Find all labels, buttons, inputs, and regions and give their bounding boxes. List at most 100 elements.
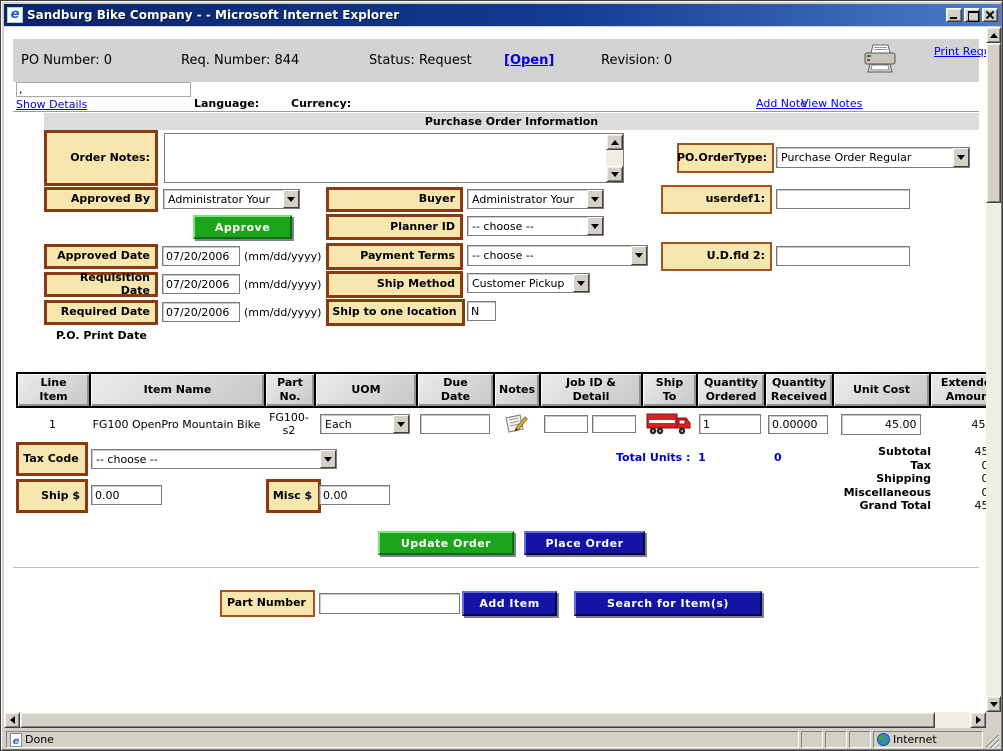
scroll-up-icon[interactable] <box>606 134 623 150</box>
svg-text:e: e <box>13 736 20 747</box>
minimize-button[interactable] <box>946 8 962 22</box>
col-job-id[interactable]: Job ID & Detail <box>541 374 641 406</box>
chevron-down-icon[interactable] <box>587 190 603 208</box>
chevron-down-icon[interactable] <box>631 246 647 265</box>
item-row: 1 FG100 OpenPro Mountain Bike FG100-s2 E… <box>16 408 986 440</box>
col-qty-ordered[interactable]: Quantity Ordered <box>698 374 764 406</box>
part-number-input[interactable] <box>319 593 460 614</box>
tax-code-select[interactable]: -- choose -- <box>91 449 337 469</box>
udfld2-input[interactable] <box>776 246 910 266</box>
update-order-button[interactable]: Update Order <box>378 531 514 555</box>
tax-code-label: Tax Code <box>16 442 88 476</box>
uom-cell: Each <box>314 408 416 440</box>
job-id-input[interactable] <box>544 415 588 433</box>
printer-icon[interactable] <box>862 43 898 75</box>
date-format-hint: (mm/dd/yyyy) <box>244 306 321 319</box>
due-date-input[interactable] <box>420 414 490 434</box>
window-title: Sandburg Bike Company - - Microsoft Inte… <box>27 8 399 22</box>
section-title: Purchase Order Information <box>44 113 979 130</box>
misc-amount-label: Misc $ <box>266 479 321 513</box>
col-line-item[interactable]: Line Item <box>18 374 89 406</box>
page-icon: e <box>10 733 22 747</box>
open-link[interactable]: [Open] <box>504 53 554 68</box>
title-bar: e Sandburg Bike Company - - Microsoft In… <box>4 4 1001 26</box>
scroll-track[interactable] <box>606 150 623 166</box>
chevron-down-icon[interactable] <box>320 450 336 468</box>
show-details-link[interactable]: Show Details <box>16 98 87 111</box>
misc-amount-input[interactable] <box>319 485 390 505</box>
search-items-button[interactable]: Search for Item(s) <box>574 591 762 616</box>
col-uom[interactable]: UOM <box>316 374 416 406</box>
col-item-name[interactable]: Item Name <box>91 374 264 406</box>
po-number: PO Number: 0 <box>21 53 112 68</box>
ship-method-select[interactable]: Customer Pickup <box>467 273 590 293</box>
qty-ordered-input[interactable] <box>699 414 761 434</box>
required-date-input[interactable] <box>162 302 240 322</box>
buyer-select[interactable]: Administrator Your <box>467 189 604 209</box>
place-order-button[interactable]: Place Order <box>524 531 645 555</box>
payment-terms-select[interactable]: -- choose -- <box>467 245 648 266</box>
col-ship-to[interactable]: Ship To <box>643 374 696 406</box>
requisition-date-input[interactable] <box>162 274 240 294</box>
col-extended-amount[interactable]: Extended Amount <box>931 374 986 406</box>
currency-label: Currency: <box>291 97 351 110</box>
horizontal-scrollbar[interactable] <box>4 712 986 728</box>
order-type-select[interactable]: Purchase Order Regular <box>776 147 970 168</box>
add-item-button[interactable]: Add Item <box>462 591 557 616</box>
chevron-down-icon[interactable] <box>587 217 603 235</box>
status-zone-text: Internet <box>893 733 937 746</box>
order-type-label: PO.OrderType: <box>677 143 774 173</box>
print-requisition-link[interactable]: Print Requisition <box>934 45 986 58</box>
planner-id-select[interactable]: -- choose -- <box>467 216 604 236</box>
vertical-scrollbar[interactable] <box>986 27 1001 712</box>
scroll-left-icon[interactable] <box>4 712 20 728</box>
resize-grip[interactable] <box>986 735 999 748</box>
approved-by-select[interactable]: Administrator Your <box>163 189 300 209</box>
col-unit-cost[interactable]: Unit Cost <box>834 374 929 406</box>
scroll-down-icon[interactable] <box>606 166 623 182</box>
approved-date-input[interactable] <box>162 246 240 266</box>
horizontal-scroll-thumb[interactable] <box>20 712 935 728</box>
status-panel <box>825 731 847 748</box>
totals-values: 45.00 0.00 0.00 0.00 45.00 <box>934 445 986 513</box>
ship-amount-input[interactable] <box>91 485 162 505</box>
unit-cost-input[interactable] <box>841 414 921 435</box>
col-qty-received[interactable]: Quantity Received <box>766 374 832 406</box>
chevron-down-icon[interactable] <box>573 274 589 292</box>
scroll-right-icon[interactable] <box>970 712 986 728</box>
chevron-down-icon[interactable] <box>393 415 409 433</box>
memo-icon[interactable] <box>504 414 528 434</box>
chevron-down-icon[interactable] <box>283 190 299 208</box>
status-done-text: Done <box>25 733 54 746</box>
userdef1-input[interactable] <box>776 189 910 209</box>
part-no-cell: FG100-s2 <box>264 408 314 440</box>
textarea-scrollbar[interactable] <box>606 134 623 182</box>
col-notes[interactable]: Notes <box>495 374 539 406</box>
truck-icon[interactable] <box>646 411 692 437</box>
scroll-up-icon[interactable] <box>986 27 1001 43</box>
close-button[interactable] <box>982 8 998 22</box>
col-due-date[interactable]: Due Date <box>418 374 493 406</box>
vertical-scroll-thumb[interactable] <box>986 43 1001 203</box>
add-note-link[interactable]: Add Note <box>756 97 807 110</box>
ship-one-location-input[interactable] <box>467 301 496 321</box>
planner-id-label: Planner ID <box>326 214 463 240</box>
job-detail-input[interactable] <box>592 415 636 433</box>
qty-received-input[interactable] <box>768 415 828 434</box>
scroll-down-icon[interactable] <box>986 696 1001 712</box>
view-notes-link[interactable]: View Notes <box>801 97 862 110</box>
maximize-button[interactable] <box>964 8 980 22</box>
col-part-no[interactable]: Part No. <box>266 374 314 406</box>
date-format-hint: (mm/dd/yyyy) <box>244 278 321 291</box>
approve-button[interactable]: Approve <box>193 215 292 239</box>
ship-amount-label: Ship $ <box>16 479 88 513</box>
item-name-cell: FG100 OpenPro Mountain Bike <box>89 408 264 440</box>
order-notes-input[interactable] <box>165 134 606 182</box>
chevron-down-icon[interactable] <box>953 148 969 167</box>
po-print-date-label: P.O. Print Date <box>56 329 147 342</box>
status-panel <box>801 731 823 748</box>
uom-select[interactable]: Each <box>320 414 410 434</box>
status-zone-panel: Internet <box>873 731 983 748</box>
requisition-date-label: Requisition Date <box>44 272 158 297</box>
ie-logo-icon: e <box>7 7 23 23</box>
